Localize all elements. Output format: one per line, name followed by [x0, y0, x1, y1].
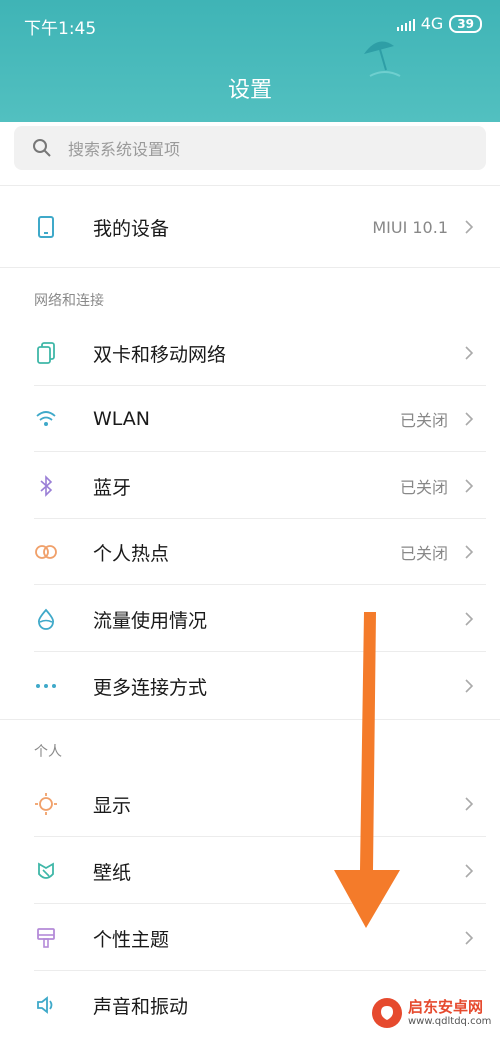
wallpaper-icon	[34, 859, 58, 883]
theme-icon	[34, 926, 58, 950]
hotspot-row[interactable]: 个人热点 已关闭	[0, 519, 500, 585]
chevron-right-icon	[465, 931, 474, 945]
bluetooth-row[interactable]: 蓝牙 已关闭	[0, 453, 500, 519]
header: 下午1:45 4G 39 设置	[0, 0, 500, 122]
sound-icon	[34, 993, 58, 1017]
row-divider	[34, 970, 486, 971]
row-divider	[34, 836, 486, 837]
dual-sim-row[interactable]: 双卡和移动网络	[0, 320, 500, 386]
row-label: 显示	[93, 794, 132, 817]
row-label: 双卡和移动网络	[93, 343, 227, 366]
data-usage-icon	[34, 607, 58, 631]
my-device-label: 我的设备	[93, 217, 170, 240]
row-label: 更多连接方式	[93, 676, 208, 699]
scroll-down-arrow	[334, 612, 400, 928]
chevron-right-icon	[465, 545, 474, 559]
dual-sim-icon	[34, 341, 58, 365]
row-value: 已关闭	[399, 478, 448, 497]
wlan-row[interactable]: WLAN 已关闭	[0, 386, 500, 452]
network-type: 4G	[420, 14, 444, 33]
section-personal-title: 个人	[34, 744, 62, 760]
chevron-right-icon	[465, 412, 474, 426]
row-label: 个人热点	[93, 542, 170, 565]
more-icon	[34, 674, 58, 698]
chevron-right-icon	[465, 612, 474, 626]
chevron-right-icon	[465, 864, 474, 878]
theme-row[interactable]: 个性主题	[0, 905, 500, 971]
divider	[0, 267, 500, 268]
row-label: 壁纸	[93, 861, 132, 884]
signal-icon	[396, 17, 415, 31]
search-placeholder: 搜索系统设置项	[68, 140, 181, 159]
my-device-value: MIUI 10.1	[372, 217, 448, 237]
divider	[0, 185, 500, 186]
my-device-row[interactable]: 我的设备 MIUI 10.1	[0, 194, 500, 260]
row-divider	[34, 451, 486, 452]
status-time: 下午1:45	[24, 19, 97, 39]
row-label: WLAN	[93, 408, 151, 430]
row-value: 已关闭	[399, 544, 448, 563]
watermark-url: www.qdltdq.com	[408, 1015, 492, 1027]
chevron-right-icon	[465, 679, 474, 693]
bluetooth-icon	[34, 474, 58, 498]
status-bar: 下午1:45 4G 39	[0, 0, 500, 50]
chevron-right-icon	[465, 220, 474, 234]
search-icon	[33, 139, 51, 157]
row-divider	[34, 584, 486, 585]
watermark: 启东安卓网 www.qdltdq.com	[372, 998, 491, 1028]
phone-icon	[34, 215, 58, 239]
row-value: 已关闭	[399, 411, 448, 430]
battery-icon: 39	[449, 14, 482, 33]
divider	[0, 719, 500, 720]
display-row[interactable]: 显示	[0, 771, 500, 837]
display-icon	[34, 792, 58, 816]
row-label: 个性主题	[93, 928, 170, 951]
page-title: 设置	[227, 78, 272, 103]
wallpaper-row[interactable]: 壁纸	[0, 838, 500, 904]
search-input[interactable]: 搜索系统设置项	[14, 126, 486, 170]
row-label: 蓝牙	[93, 476, 132, 499]
chevron-right-icon	[465, 346, 474, 360]
wifi-icon	[34, 407, 58, 431]
hotspot-icon	[34, 540, 58, 564]
row-divider	[34, 651, 486, 652]
watermark-name: 启东安卓网	[408, 998, 484, 1017]
section-network-title: 网络和连接	[34, 293, 104, 309]
watermark-logo-icon	[372, 998, 402, 1028]
row-label: 声音和振动	[93, 995, 189, 1018]
chevron-right-icon	[465, 479, 474, 493]
more-connections-row[interactable]: 更多连接方式	[0, 653, 500, 719]
data-usage-row[interactable]: 流量使用情况	[0, 586, 500, 652]
row-label: 流量使用情况	[93, 609, 208, 632]
chevron-right-icon	[465, 797, 474, 811]
row-divider	[34, 903, 486, 904]
